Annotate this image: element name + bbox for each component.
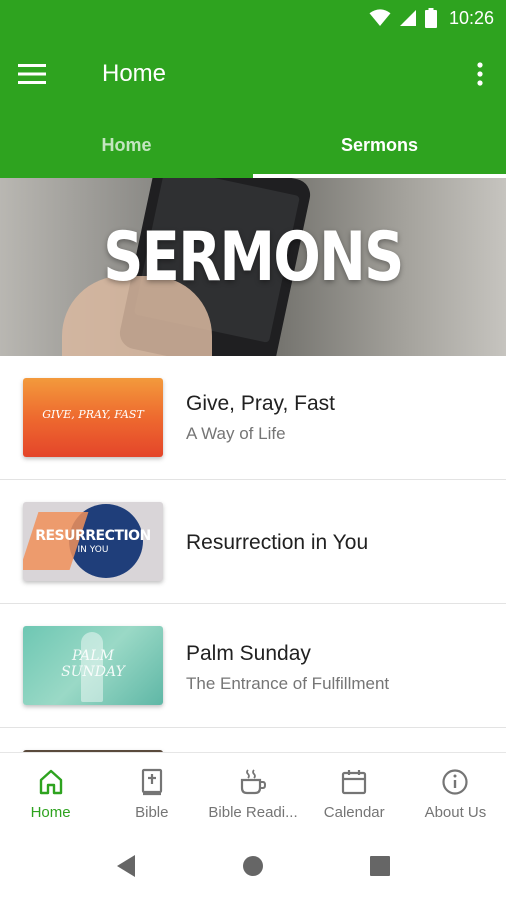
bible-icon: [137, 767, 167, 797]
sermon-list-item[interactable]: PALM SUNDAY Palm Sunday The Entrance of …: [0, 604, 506, 728]
page-title: Home: [102, 60, 167, 87]
sermon-title: Resurrection in You: [186, 531, 369, 554]
sermons-banner: SERMONS: [0, 178, 506, 356]
sermon-title: Palm Sunday: [186, 642, 311, 665]
nav-item-calendar[interactable]: Calendar: [304, 753, 405, 832]
status-icons: 10:26: [369, 6, 494, 30]
home-circle-icon: [243, 856, 263, 876]
banner-title: SERMONS: [103, 218, 404, 297]
nav-label: About Us: [424, 804, 487, 821]
sermon-subtitle: A Way of Life: [186, 424, 286, 443]
more-vertical-icon: [477, 62, 483, 86]
thumbnail-subtext: SUNDAY: [61, 664, 125, 680]
nav-label: Bible: [135, 804, 169, 821]
sermon-subtitle: The Entrance of Fulfillment: [186, 674, 390, 693]
nav-label: Home: [30, 804, 71, 821]
sermon-thumbnail: RESURRECTION IN YOU: [23, 502, 163, 581]
overflow-menu-button[interactable]: [468, 56, 492, 92]
cellular-signal-icon: [399, 10, 416, 26]
battery-icon: [424, 8, 437, 28]
sermon-list-item[interactable]: [0, 728, 506, 752]
info-icon: [440, 767, 470, 797]
sermon-title: Give, Pray, Fast: [186, 392, 335, 415]
status-bar: 10:26: [0, 0, 506, 36]
home-system-button[interactable]: [241, 854, 265, 878]
sermon-list-item[interactable]: GIVE, PRAY, FAST Give, Pray, Fast A Way …: [0, 356, 506, 480]
nav-item-about-us[interactable]: About Us: [405, 753, 506, 832]
back-triangle-icon: [117, 855, 135, 877]
calendar-icon: [339, 767, 369, 797]
menu-button[interactable]: [14, 56, 50, 92]
tab-sermons[interactable]: Sermons: [253, 112, 506, 178]
nav-item-bible[interactable]: Bible: [101, 753, 202, 832]
home-icon: [36, 767, 66, 797]
system-navigation-bar: [0, 832, 506, 900]
sermon-thumbnail: GIVE, PRAY, FAST: [23, 378, 163, 457]
thumbnail-text: GIVE, PRAY, FAST: [42, 408, 144, 421]
thumbnail-text: PALM: [72, 648, 114, 664]
recents-button[interactable]: [368, 854, 392, 878]
thumbnail-text: RESURRECTION: [35, 528, 151, 544]
back-button[interactable]: [114, 854, 138, 878]
tab-home[interactable]: Home: [0, 112, 253, 178]
nav-item-home[interactable]: Home: [0, 753, 101, 832]
tab-bar: Home Sermons: [0, 112, 506, 178]
status-time: 10:26: [448, 7, 494, 28]
thumbnail-subtext: IN YOU: [77, 545, 109, 555]
hamburger-menu-icon: [18, 64, 46, 84]
recents-square-icon: [370, 856, 390, 876]
sermon-list-item[interactable]: RESURRECTION IN YOU Resurrection in You: [0, 480, 506, 604]
nav-label: Calendar: [323, 804, 385, 821]
coffee-cup-icon: [238, 767, 268, 797]
sermon-list: GIVE, PRAY, FAST Give, Pray, Fast A Way …: [0, 356, 506, 752]
bottom-navigation: Home Bible Bible Readi... Calendar About…: [0, 752, 506, 832]
nav-item-bible-reading[interactable]: Bible Readi...: [202, 753, 303, 832]
wifi-icon: [369, 9, 391, 26]
app-bar: Home: [0, 36, 506, 112]
sermon-thumbnail: PALM SUNDAY: [23, 626, 163, 705]
nav-label: Bible Readi...: [208, 804, 298, 821]
